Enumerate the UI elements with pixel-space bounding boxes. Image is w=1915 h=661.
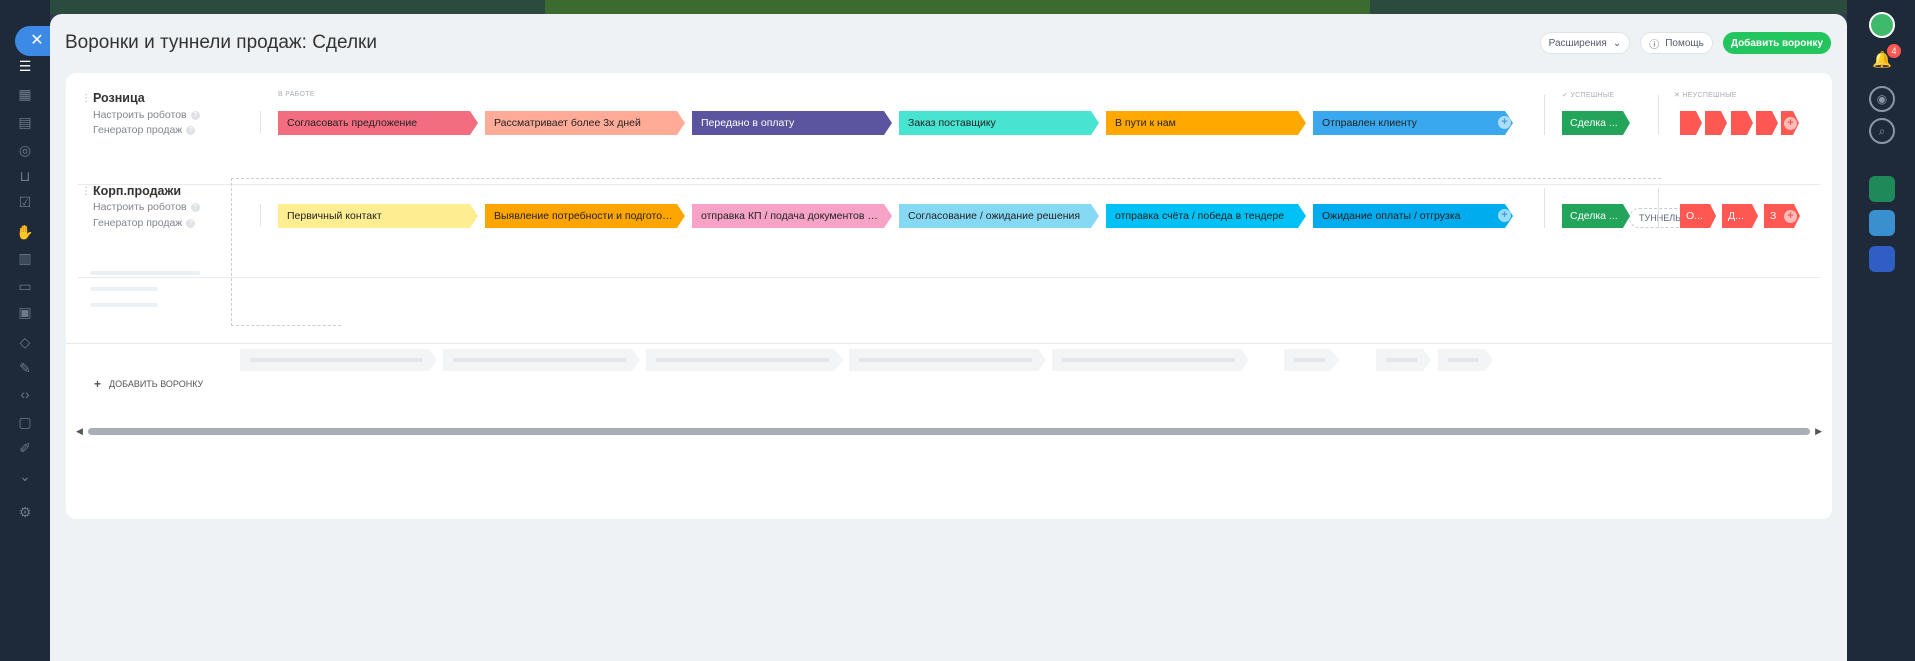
fail-stage[interactable]: Д... <box>1722 204 1758 228</box>
generator-link[interactable]: Генератор продаж? <box>93 124 196 136</box>
placeholder-stage <box>1284 349 1339 371</box>
arrow-right-icon[interactable]: ▶ <box>1815 426 1822 437</box>
funnel-name[interactable]: Розница <box>93 91 145 105</box>
scrollbar-thumb[interactable] <box>88 428 1810 435</box>
bookmark-icon[interactable] <box>1869 246 1895 272</box>
stage-chip[interactable]: Отправлен клиенту <box>1313 111 1513 135</box>
generator-link[interactable]: Генератор продаж? <box>93 217 196 229</box>
right-sidebar: 🔔 4 ◉ ⌕ <box>1847 0 1915 661</box>
chat-tile-icon[interactable] <box>1869 210 1895 236</box>
placeholder-stage <box>646 349 843 371</box>
chevron-down-icon[interactable]: ⌄ <box>15 466 35 486</box>
slider-panel: Воронки и туннели продаж: Сделки Расшире… <box>50 14 1847 661</box>
add-fail-stage-icon[interactable]: + <box>1784 210 1797 223</box>
search-icon[interactable]: ⌕ <box>1869 118 1895 144</box>
chevron-down-icon: ⌄ <box>1612 37 1622 49</box>
tunnel-connector <box>231 178 1661 179</box>
add-fail-stage-icon[interactable]: + <box>1784 117 1797 130</box>
placeholder-stage <box>1376 349 1431 371</box>
stage-chip[interactable]: Ожидание оплаты / отгрузка <box>1313 204 1513 228</box>
stage-chip[interactable]: отправка счёта / победа в тендере <box>1106 204 1306 228</box>
avatar[interactable] <box>1869 12 1895 38</box>
info-icon: ⓘ <box>1649 39 1660 51</box>
target-icon[interactable]: ◎ <box>15 140 35 160</box>
box-icon[interactable]: ▤ <box>15 112 35 132</box>
code-icon[interactable]: ‹› <box>15 384 35 404</box>
fail-stage[interactable]: О... <box>1680 204 1716 228</box>
doc-icon[interactable]: ▢ <box>15 412 35 432</box>
close-slider-button[interactable]: ✕ <box>15 26 55 56</box>
plus-icon: + <box>94 377 102 391</box>
calendar-icon[interactable]: ▦ <box>15 84 35 104</box>
stage-chip[interactable]: Передано в оплату <box>692 111 892 135</box>
success-stage[interactable]: Сделка ... <box>1562 111 1630 135</box>
extensions-dropdown[interactable]: Расширения ⌄ <box>1539 32 1631 54</box>
tunnel-connector <box>231 325 341 326</box>
placeholder-stage <box>240 349 437 371</box>
cart-icon[interactable]: ⊔ <box>15 166 35 186</box>
tunnel-connector <box>231 178 232 326</box>
funnels-card: В РАБОТЕ ✓ УСПЕШНЫЕ ✕ НЕУСПЕШНЫЕ ⋮⋮ Розн… <box>66 73 1832 519</box>
funnel-row: ⋮⋮ Корп.продажи Настроить роботов? Генер… <box>78 166 1820 278</box>
help-icon: ? <box>186 125 196 135</box>
help-icon: ? <box>190 110 200 120</box>
stage-chip[interactable]: Выявление потребности и подготов... <box>485 204 685 228</box>
radar-icon[interactable]: ◉ <box>1869 86 1895 112</box>
placeholder-stage <box>849 349 1046 371</box>
add-funnel-link[interactable]: + ДОБАВИТЬ ВОРОНКУ <box>94 377 203 391</box>
arrow-left-icon[interactable]: ◀ <box>76 426 83 437</box>
stage-chip[interactable]: Первичный контакт <box>278 204 478 228</box>
pen-icon[interactable]: ✎ <box>15 358 35 378</box>
page-title: Воронки и туннели продаж: Сделки <box>65 32 377 53</box>
stage-chip[interactable]: В пути к нам <box>1106 111 1306 135</box>
placeholder-stage <box>443 349 640 371</box>
horizontal-scrollbar[interactable]: ◀ ▶ <box>76 426 1822 436</box>
fail-stage[interactable] <box>1705 111 1727 135</box>
gear-icon[interactable]: ⚙ <box>15 502 35 522</box>
app-tile-icon[interactable] <box>1869 176 1895 202</box>
fail-stage[interactable] <box>1731 111 1753 135</box>
cube-icon[interactable]: ◇ <box>15 332 35 352</box>
inbox-icon[interactable]: ▣ <box>15 302 35 322</box>
help-button[interactable]: ⓘ Помощь <box>1640 32 1713 54</box>
placeholder-stage <box>1052 349 1249 371</box>
robots-link[interactable]: Настроить роботов? <box>93 201 200 213</box>
left-sidebar: ☰ ▦ ▤ ◎ ⊔ ☑ ✋ ▥ ▭ ▣ ◇ ✎ ‹› ▢ ✐ ⌄ ⚙ <box>0 0 50 661</box>
stage-chip[interactable]: Рассматривает более 3х дней <box>485 111 685 135</box>
funnel-icon[interactable]: ☰ <box>15 56 35 76</box>
stage-chip[interactable]: Согласовать предложение <box>278 111 478 135</box>
add-funnel-button[interactable]: Добавить воронку <box>1722 32 1831 54</box>
task-icon[interactable]: ☑ <box>15 192 35 212</box>
funnel-name[interactable]: Корп.продажи <box>93 184 181 198</box>
chart-icon[interactable]: ▥ <box>15 248 35 268</box>
add-stage-icon[interactable]: + <box>1498 209 1511 222</box>
bell-icon[interactable]: 🔔 4 <box>1869 44 1901 76</box>
robots-link[interactable]: Настроить роботов? <box>93 109 200 121</box>
help-icon: ? <box>186 218 196 228</box>
placeholder-stage <box>1438 349 1493 371</box>
background-header <box>50 0 1847 14</box>
help-icon: ? <box>190 202 200 212</box>
handshake-icon[interactable]: ✋ <box>15 222 35 242</box>
fail-stage[interactable] <box>1680 111 1702 135</box>
stage-chip[interactable]: Заказ поставщику <box>899 111 1099 135</box>
stage-chip[interactable]: Согласование / ожидание решения <box>899 204 1099 228</box>
edit-icon[interactable]: ✐ <box>15 438 35 458</box>
success-stage[interactable]: Сделка ... <box>1562 204 1630 228</box>
stage-chip[interactable]: отправка КП / подача документов н... <box>692 204 892 228</box>
add-stage-icon[interactable]: + <box>1498 116 1511 129</box>
fail-stage[interactable] <box>1756 111 1778 135</box>
monitor-icon[interactable]: ▭ <box>15 276 35 296</box>
